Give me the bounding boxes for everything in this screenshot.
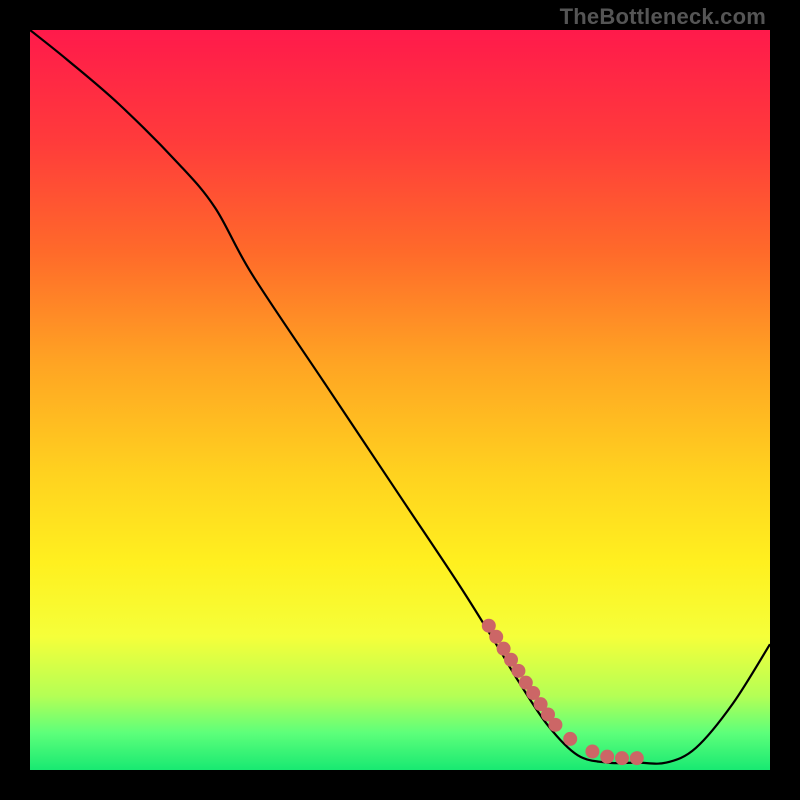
watermark-text: TheBottleneck.com	[560, 4, 766, 30]
highlight-dot	[585, 745, 599, 759]
chart-svg	[30, 30, 770, 770]
highlight-dot	[548, 718, 562, 732]
highlight-dot	[489, 630, 503, 644]
highlight-dot	[630, 751, 644, 765]
highlight-dot	[511, 664, 525, 678]
plot-area	[30, 30, 770, 770]
chart-frame: TheBottleneck.com	[0, 0, 800, 800]
highlight-dot	[615, 751, 629, 765]
gradient-background	[30, 30, 770, 770]
highlight-dot	[600, 750, 614, 764]
highlight-dot	[563, 732, 577, 746]
